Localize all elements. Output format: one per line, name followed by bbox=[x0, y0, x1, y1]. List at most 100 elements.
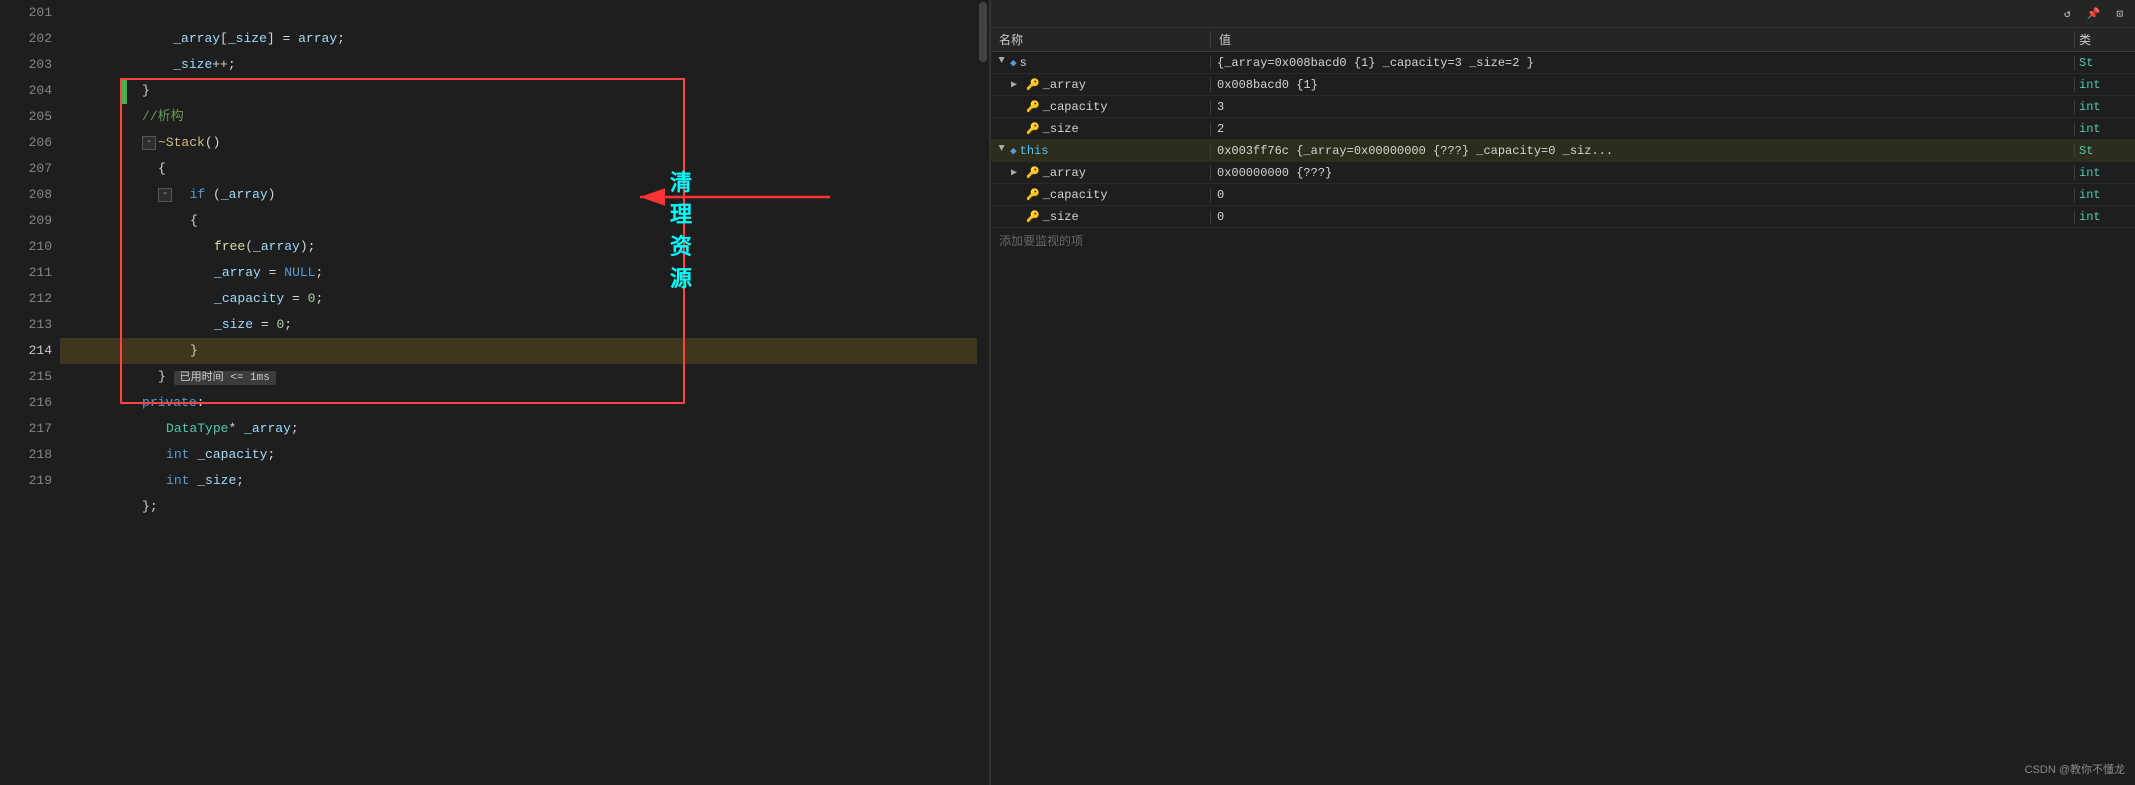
line-219: 219 bbox=[0, 468, 52, 494]
watch-name-this-size: 🔑 _size bbox=[991, 210, 1211, 224]
col-type-header: 类 bbox=[2075, 31, 2135, 48]
watch-name-this: ▶ ◆ this bbox=[991, 144, 1211, 158]
code-line-215: private: bbox=[60, 364, 989, 390]
icon-this-capacity: 🔑 bbox=[1026, 188, 1040, 202]
watch-row-s-size: 🔑 _size 2 int bbox=[991, 118, 2135, 140]
main-container: 201 202 203 204 205 206 207 208 209 210 … bbox=[0, 0, 2135, 785]
icon-s-size: 🔑 bbox=[1026, 122, 1040, 136]
line-201: 201 bbox=[0, 0, 52, 26]
watch-value-this-size: 0 bbox=[1211, 210, 2075, 224]
watch-value-this-array: 0x00000000 {???} bbox=[1211, 166, 2075, 180]
add-watch-row[interactable]: 添加要监视的项 bbox=[991, 228, 2135, 253]
line-216: 216 bbox=[0, 390, 52, 416]
label-s-size: _size bbox=[1043, 122, 1079, 136]
watch-value-s-capacity: 3 bbox=[1211, 100, 2075, 114]
line-206: 206 bbox=[0, 130, 52, 156]
watermark: CSDN @教你不懂龙 bbox=[2025, 761, 2125, 777]
watch-type-this-capacity: int bbox=[2075, 188, 2135, 202]
label-this: this bbox=[1020, 144, 1049, 158]
expand-this[interactable]: ▶ bbox=[995, 145, 1007, 157]
label-s: s bbox=[1020, 56, 1027, 70]
expand-s[interactable]: ▶ bbox=[995, 57, 1007, 69]
watch-value-s-array: 0x008bacd0 {1} bbox=[1211, 78, 2075, 92]
code-line-213: } bbox=[60, 312, 989, 338]
watch-value-s-size: 2 bbox=[1211, 122, 2075, 136]
toolbar-refresh[interactable]: ↺ bbox=[2060, 5, 2075, 23]
code-line-210: _array = NULL; bbox=[60, 234, 989, 260]
label-s-capacity: _capacity bbox=[1043, 100, 1108, 114]
watch-row-this-array: ▶ 🔑 _array 0x00000000 {???} int bbox=[991, 162, 2135, 184]
line-214: 214 bbox=[0, 338, 52, 364]
watch-type-this: St bbox=[2075, 144, 2135, 158]
line-210: 210 bbox=[0, 234, 52, 260]
icon-this-array: 🔑 bbox=[1026, 166, 1040, 180]
line-205: 205 bbox=[0, 104, 52, 130]
watch-panel: ↺ 📌 ⊡ 名称 值 类 ▶ ◆ s {_array=0x008bacd0 {1… bbox=[990, 0, 2135, 785]
watch-row-this: ▶ ◆ this 0x003ff76c {_array=0x00000000 {… bbox=[991, 140, 2135, 162]
col-name-header: 名称 bbox=[991, 31, 1211, 48]
icon-this-size: 🔑 bbox=[1026, 210, 1040, 224]
watch-table-header: 名称 值 类 bbox=[991, 28, 2135, 52]
code-line-207: - if (_array) bbox=[60, 156, 989, 182]
watch-row-this-capacity: 🔑 _capacity 0 int bbox=[991, 184, 2135, 206]
expand-this-array[interactable]: ▶ bbox=[1011, 167, 1023, 179]
watch-type-this-array: int bbox=[2075, 166, 2135, 180]
label-this-capacity: _capacity bbox=[1043, 188, 1108, 202]
code-line-212: _size = 0; bbox=[60, 286, 989, 312]
code-line-204: //析构 bbox=[60, 78, 989, 104]
line-213: 213 bbox=[0, 312, 52, 338]
watch-value-this: 0x003ff76c {_array=0x00000000 {???} _cap… bbox=[1211, 144, 2075, 158]
toolbar-pin[interactable]: 📌 bbox=[2083, 5, 2105, 23]
watch-rows: ▶ ◆ s {_array=0x008bacd0 {1} _capacity=3… bbox=[991, 52, 2135, 785]
label-this-size: _size bbox=[1043, 210, 1079, 224]
code-line-202: _size++; bbox=[60, 26, 989, 52]
watch-row-s: ▶ ◆ s {_array=0x008bacd0 {1} _capacity=3… bbox=[991, 52, 2135, 74]
line-203: 203 bbox=[0, 52, 52, 78]
watch-value-this-capacity: 0 bbox=[1211, 188, 2075, 202]
code-line-214: } 已用时间 <= 1ms bbox=[60, 338, 989, 364]
scrollbar[interactable] bbox=[977, 0, 989, 785]
code-line-216: DataType* _array; bbox=[60, 390, 989, 416]
code-line-217: int _capacity; bbox=[60, 416, 989, 442]
line-211: 211 bbox=[0, 260, 52, 286]
line-217: 217 bbox=[0, 416, 52, 442]
line-209: 209 bbox=[0, 208, 52, 234]
watch-type-s-array: int bbox=[2075, 78, 2135, 92]
code-line-211: _capacity = 0; bbox=[60, 260, 989, 286]
watch-name-s-capacity: 🔑 _capacity bbox=[991, 100, 1211, 114]
line-207: 207 bbox=[0, 156, 52, 182]
watch-type-s-capacity: int bbox=[2075, 100, 2135, 114]
scrollbar-thumb[interactable] bbox=[979, 2, 987, 62]
code-line-206: { bbox=[60, 130, 989, 156]
watch-type-this-size: int bbox=[2075, 210, 2135, 224]
code-content: _array[_size] = array; _size++; } //析构 -… bbox=[60, 0, 989, 785]
icon-s-array: 🔑 bbox=[1026, 78, 1040, 92]
watch-type-s: St bbox=[2075, 56, 2135, 70]
code-line-201: _array[_size] = array; bbox=[60, 0, 989, 26]
code-line-219: }; bbox=[60, 468, 989, 494]
watch-name-this-capacity: 🔑 _capacity bbox=[991, 188, 1211, 202]
line-204: 204 bbox=[0, 78, 52, 104]
watch-type-s-size: int bbox=[2075, 122, 2135, 136]
watch-row-this-size: 🔑 _size 0 int bbox=[991, 206, 2135, 228]
code-line-203: } bbox=[60, 52, 989, 78]
toolbar-window[interactable]: ⊡ bbox=[2112, 5, 2127, 23]
watch-toolbar: ↺ 📌 ⊡ bbox=[991, 0, 2135, 28]
watch-row-s-array: ▶ 🔑 _array 0x008bacd0 {1} int bbox=[991, 74, 2135, 96]
watch-name-s: ▶ ◆ s bbox=[991, 56, 1211, 70]
icon-s-capacity: 🔑 bbox=[1026, 100, 1040, 114]
line-208: 208 bbox=[0, 182, 52, 208]
watch-name-this-array: ▶ 🔑 _array bbox=[991, 166, 1211, 180]
line-numbers: 201 202 203 204 205 206 207 208 209 210 … bbox=[0, 0, 60, 785]
icon-s: ◆ bbox=[1010, 56, 1017, 70]
expand-s-array[interactable]: ▶ bbox=[1011, 79, 1023, 91]
col-value-header: 值 bbox=[1211, 31, 2075, 48]
watch-name-s-array: ▶ 🔑 _array bbox=[991, 78, 1211, 92]
code-line-208: { bbox=[60, 182, 989, 208]
watch-name-s-size: 🔑 _size bbox=[991, 122, 1211, 136]
watch-row-s-capacity: 🔑 _capacity 3 int bbox=[991, 96, 2135, 118]
line-212: 212 bbox=[0, 286, 52, 312]
line-215: 215 bbox=[0, 364, 52, 390]
watch-value-s: {_array=0x008bacd0 {1} _capacity=3 _size… bbox=[1211, 56, 2075, 70]
label-s-array: _array bbox=[1043, 78, 1086, 92]
